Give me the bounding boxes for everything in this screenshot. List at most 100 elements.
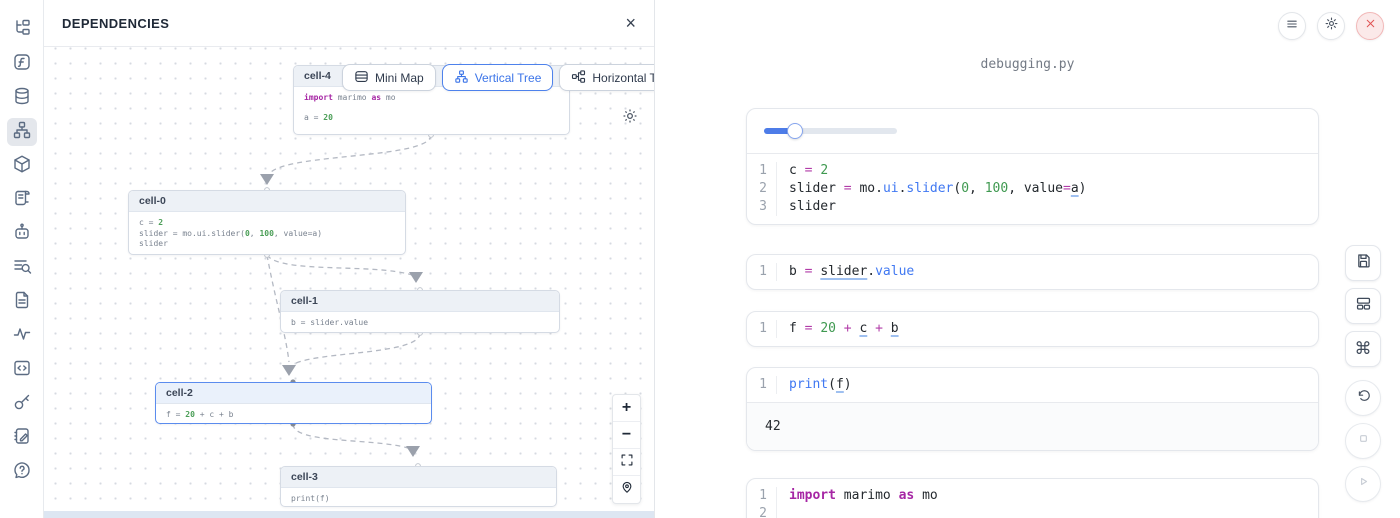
fit-view-button[interactable]: [613, 449, 640, 476]
slider-thumb[interactable]: [787, 123, 803, 139]
menu-button[interactable]: [1278, 12, 1306, 40]
sidebar-item-secrets[interactable]: [7, 390, 37, 418]
graph-node-cell-0[interactable]: cell-0 c = 2 slider = mo.ui.slider(0, 10…: [128, 190, 406, 255]
zoom-out-button[interactable]: −: [613, 422, 640, 449]
code-line: c = 2: [777, 162, 828, 180]
horizontal-tree-button[interactable]: Horizontal Tree: [559, 64, 654, 91]
pin-icon: [620, 480, 634, 499]
settings-button[interactable]: [1317, 12, 1345, 40]
dependency-graph-canvas[interactable]: Mini Map Vertical Tree Horizontal Tree c…: [44, 47, 654, 518]
notebook-cell-b[interactable]: 1b = slider.value: [746, 254, 1319, 290]
line-number: 2: [747, 505, 777, 518]
slider-widget[interactable]: [764, 123, 897, 139]
graph-node-title: cell-0: [129, 191, 405, 212]
sidebar-item-outputs[interactable]: [7, 356, 37, 384]
file-tree-icon: [12, 18, 32, 43]
code-line: f = 20 + c + b: [777, 320, 899, 338]
graph-node-cell-1[interactable]: cell-1 b = slider.value: [280, 290, 560, 333]
line-number: 1: [747, 162, 777, 180]
code-editor[interactable]: 1c = 2 2slider = mo.ui.slider(0, 100, va…: [747, 154, 1318, 224]
graph-code-line: slider: [139, 239, 395, 250]
dependency-graph-icon: [12, 120, 32, 145]
close-panel-button[interactable]: ×: [625, 14, 636, 32]
run-button[interactable]: [1345, 466, 1381, 502]
line-number: 1: [747, 487, 777, 505]
vertical-tree-button[interactable]: Vertical Tree: [442, 64, 554, 91]
panel-title: DEPENDENCIES: [62, 16, 169, 31]
cell-output-value: 42: [747, 403, 1318, 450]
graph-node-body: f = 20 + c + b: [156, 404, 431, 424]
vertical-tree-icon: [454, 69, 469, 87]
notebook-filename[interactable]: debugging.py: [655, 57, 1400, 72]
sidebar-item-packages[interactable]: [7, 152, 37, 180]
stop-icon: [1356, 431, 1371, 451]
graph-code-line: b = slider.value: [291, 318, 549, 329]
sidebar-item-datasources[interactable]: [7, 84, 37, 112]
horizontal-tree-icon: [571, 69, 586, 87]
line-number: 1: [747, 320, 777, 338]
line-number: 3: [747, 198, 777, 216]
minus-icon: −: [622, 426, 631, 444]
code-line: slider = mo.ui.slider(0, 100, value=a): [777, 180, 1086, 198]
sidebar-item-scratchpad[interactable]: [7, 424, 37, 452]
command-palette-button[interactable]: ⌘: [1345, 331, 1381, 367]
graph-zoom-controls: + −: [612, 394, 641, 504]
gear-icon: [621, 107, 639, 130]
notebook-cell-f[interactable]: 1f = 20 + c + b: [746, 311, 1319, 347]
pin-button[interactable]: [613, 476, 640, 503]
undo-icon: [1355, 388, 1371, 409]
code-editor[interactable]: 1f = 20 + c + b: [747, 312, 1318, 346]
graph-node-cell-2[interactable]: cell-2 f = 20 + c + b: [155, 382, 432, 424]
notebook-cell-print[interactable]: 1print(f) 42: [746, 367, 1319, 451]
dependencies-panel: DEPENDENCIES ×: [44, 0, 655, 518]
graph-node-title: cell-3: [281, 467, 556, 488]
code-editor[interactable]: 1print(f): [747, 368, 1318, 402]
sidebar-item-snippets[interactable]: [7, 254, 37, 282]
save-button[interactable]: [1345, 245, 1381, 281]
mini-map-label: Mini Map: [375, 71, 424, 85]
stop-button[interactable]: [1345, 423, 1381, 459]
key-icon: [12, 392, 32, 417]
notebook-cell-slider[interactable]: 1c = 2 2slider = mo.ui.slider(0, 100, va…: [746, 108, 1319, 225]
graph-node-body: c = 2 slider = mo.ui.slider(0, 100, valu…: [129, 212, 405, 255]
code-editor[interactable]: 1import marimo as mo 2: [747, 479, 1318, 518]
shutdown-button[interactable]: [1356, 12, 1384, 40]
graph-node-body: print(f): [281, 488, 556, 507]
graph-code-line: f = 20 + c + b: [166, 410, 421, 421]
database-icon: [12, 86, 32, 111]
line-number: 2: [747, 180, 777, 198]
graph-node-cell-3[interactable]: cell-3 print(f): [280, 466, 557, 507]
help-icon: [12, 460, 32, 485]
fit-view-icon: [620, 453, 634, 472]
undo-button[interactable]: [1345, 380, 1381, 416]
cell-output-area: [747, 109, 1318, 153]
logs-scroll-icon: [12, 188, 32, 213]
graph-view-toolbar: Mini Map Vertical Tree Horizontal Tree: [342, 64, 654, 91]
graph-settings-button[interactable]: [618, 106, 642, 130]
graph-node-title: cell-2: [156, 383, 431, 404]
line-number: 1: [747, 376, 777, 394]
sidebar-item-tracing[interactable]: [7, 322, 37, 350]
vertical-tree-label: Vertical Tree: [475, 71, 542, 85]
gear-icon: [1324, 16, 1339, 36]
scratchpad-icon: [12, 426, 32, 451]
panel-layout-icon: [1355, 295, 1372, 317]
notebook-cell-import[interactable]: 1import marimo as mo 2: [746, 478, 1319, 518]
sidebar-item-dependencies[interactable]: [7, 118, 37, 146]
sidebar-item-logs[interactable]: [7, 186, 37, 214]
sidebar-item-help[interactable]: [7, 458, 37, 486]
panel-layout-button[interactable]: [1345, 288, 1381, 324]
sidebar-item-functions[interactable]: [7, 50, 37, 78]
sidebar-item-documentation[interactable]: [7, 288, 37, 316]
graph-code-line: a = 20: [304, 113, 559, 124]
code-line: print(f): [777, 376, 852, 394]
mini-map-button[interactable]: Mini Map: [342, 64, 436, 91]
graph-node-body: b = slider.value: [281, 312, 559, 333]
chat-bot-icon: [12, 222, 32, 247]
code-editor[interactable]: 1b = slider.value: [747, 255, 1318, 289]
sidebar-item-chat[interactable]: [7, 220, 37, 248]
sidebar-item-file-tree[interactable]: [7, 16, 37, 44]
icon-rail: [0, 0, 44, 518]
zoom-in-button[interactable]: +: [613, 395, 640, 422]
code-line: import marimo as mo: [777, 487, 938, 505]
